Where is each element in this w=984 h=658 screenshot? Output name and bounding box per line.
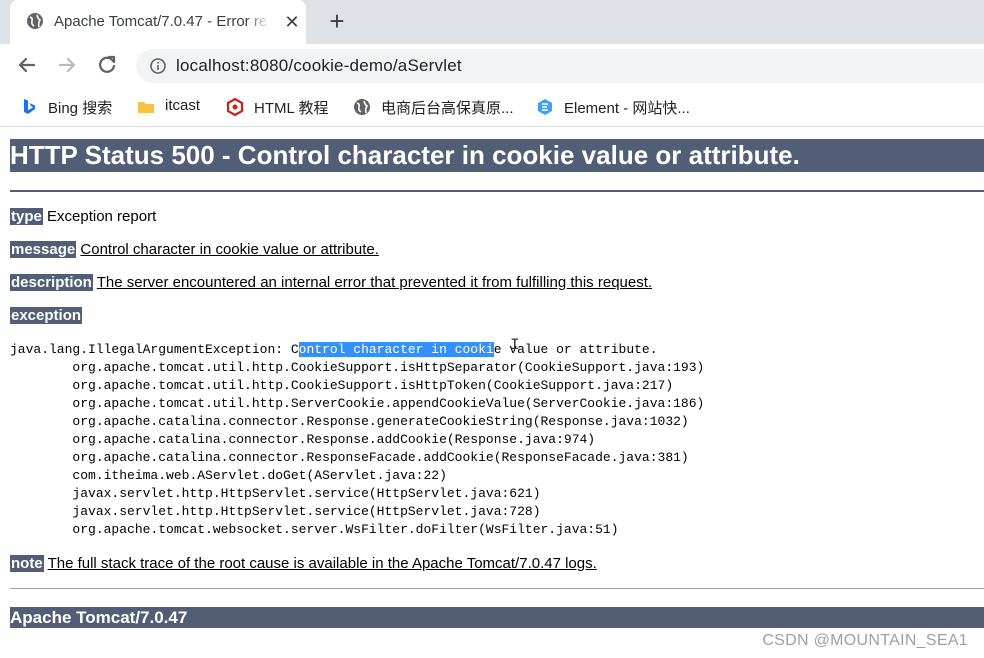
description-row: description The server encountered an in… xyxy=(10,273,652,293)
url-text[interactable]: localhost:8080/cookie-demo/aServlet xyxy=(176,56,462,76)
globe-icon xyxy=(354,99,370,115)
element-icon xyxy=(538,99,552,115)
bookmarks-bar: Bing 搜索 itcast HTML 教程 电商后台高保真原... Eleme… xyxy=(0,88,984,127)
exception-row: exception xyxy=(10,306,83,326)
text-selection: ontrol character in cooki xyxy=(298,342,494,357)
type-value: Exception report xyxy=(47,208,157,225)
stack-line: org.apache.catalina.connector.Response.a… xyxy=(72,432,596,447)
description-value: The server encountered an internal error… xyxy=(96,274,653,291)
stack-trace[interactable]: java.lang.IllegalArgumentException: Cont… xyxy=(10,341,704,539)
browser-toolbar: localhost:8080/cookie-demo/aServlet xyxy=(0,44,984,88)
forward-arrow-icon[interactable] xyxy=(56,54,78,76)
divider xyxy=(10,190,984,192)
type-label: type xyxy=(10,208,43,225)
stack-line: com.itheima.web.AServlet.doGet(AServlet.… xyxy=(72,468,447,483)
stack-line: javax.servlet.http.HttpServlet.service(H… xyxy=(72,486,541,501)
bookmark-label: HTML 教程 xyxy=(254,100,329,117)
stack-line: org.apache.tomcat.util.http.CookieSuppor… xyxy=(72,378,674,393)
stack-line: javax.servlet.http.HttpServlet.service(H… xyxy=(72,504,541,519)
server-footer: Apache Tomcat/7.0.47 xyxy=(10,607,984,628)
browser-tab[interactable]: Apache Tomcat/7.0.47 - Error report ✕ xyxy=(10,0,306,44)
bookmark-label: Element - 网站快... xyxy=(564,100,690,117)
info-icon[interactable] xyxy=(150,58,166,74)
message-value: Control character in cookie value or att… xyxy=(80,241,379,258)
bing-icon xyxy=(24,99,35,114)
message-label: message xyxy=(10,241,77,258)
watermark: CSDN @MOUNTAIN_SEA1 xyxy=(762,632,968,649)
reload-icon[interactable] xyxy=(96,54,118,76)
type-row: type Exception report xyxy=(10,207,156,227)
bookmark-label: Bing 搜索 xyxy=(48,100,113,117)
page-title: HTTP Status 500 - Control character in c… xyxy=(10,139,984,172)
divider xyxy=(10,588,984,589)
exception-prefix: java.lang.IllegalArgumentException: C xyxy=(10,342,299,357)
stack-line: org.apache.tomcat.websocket.server.WsFil… xyxy=(72,522,619,537)
text-cursor-icon: I xyxy=(510,336,520,354)
stack-line: org.apache.catalina.connector.ResponseFa… xyxy=(72,450,689,465)
note-row: note The full stack trace of the root ca… xyxy=(10,554,597,574)
exception-label: exception xyxy=(10,307,83,324)
stack-line: org.apache.catalina.connector.Response.g… xyxy=(72,414,689,429)
address-bar[interactable]: localhost:8080/cookie-demo/aServlet xyxy=(136,49,984,83)
page-content: HTTP Status 500 - Control character in c… xyxy=(0,127,984,658)
back-arrow-icon[interactable] xyxy=(16,54,38,76)
bookmark-label: itcast xyxy=(165,97,201,114)
description-label: description xyxy=(10,274,93,291)
stack-line: org.apache.tomcat.util.http.CookieSuppor… xyxy=(72,360,705,375)
folder-icon xyxy=(138,102,154,113)
note-value: The full stack trace of the root cause i… xyxy=(47,555,597,572)
note-label: note xyxy=(10,555,44,572)
new-tab-button[interactable]: + xyxy=(324,8,350,35)
tab-strip: Apache Tomcat/7.0.47 - Error report ✕ + xyxy=(0,0,984,44)
bookmark-label: 电商后台高保真原... xyxy=(381,100,514,117)
tab-title: Apache Tomcat/7.0.47 - Error report xyxy=(54,13,266,30)
globe-icon xyxy=(27,13,43,29)
stack-line: org.apache.tomcat.util.http.ServerCookie… xyxy=(72,396,705,411)
close-tab-icon[interactable]: ✕ xyxy=(282,12,302,32)
message-row: message Control character in cookie valu… xyxy=(10,240,379,260)
tab-title-fade xyxy=(246,10,270,34)
runoob-icon xyxy=(226,98,244,116)
